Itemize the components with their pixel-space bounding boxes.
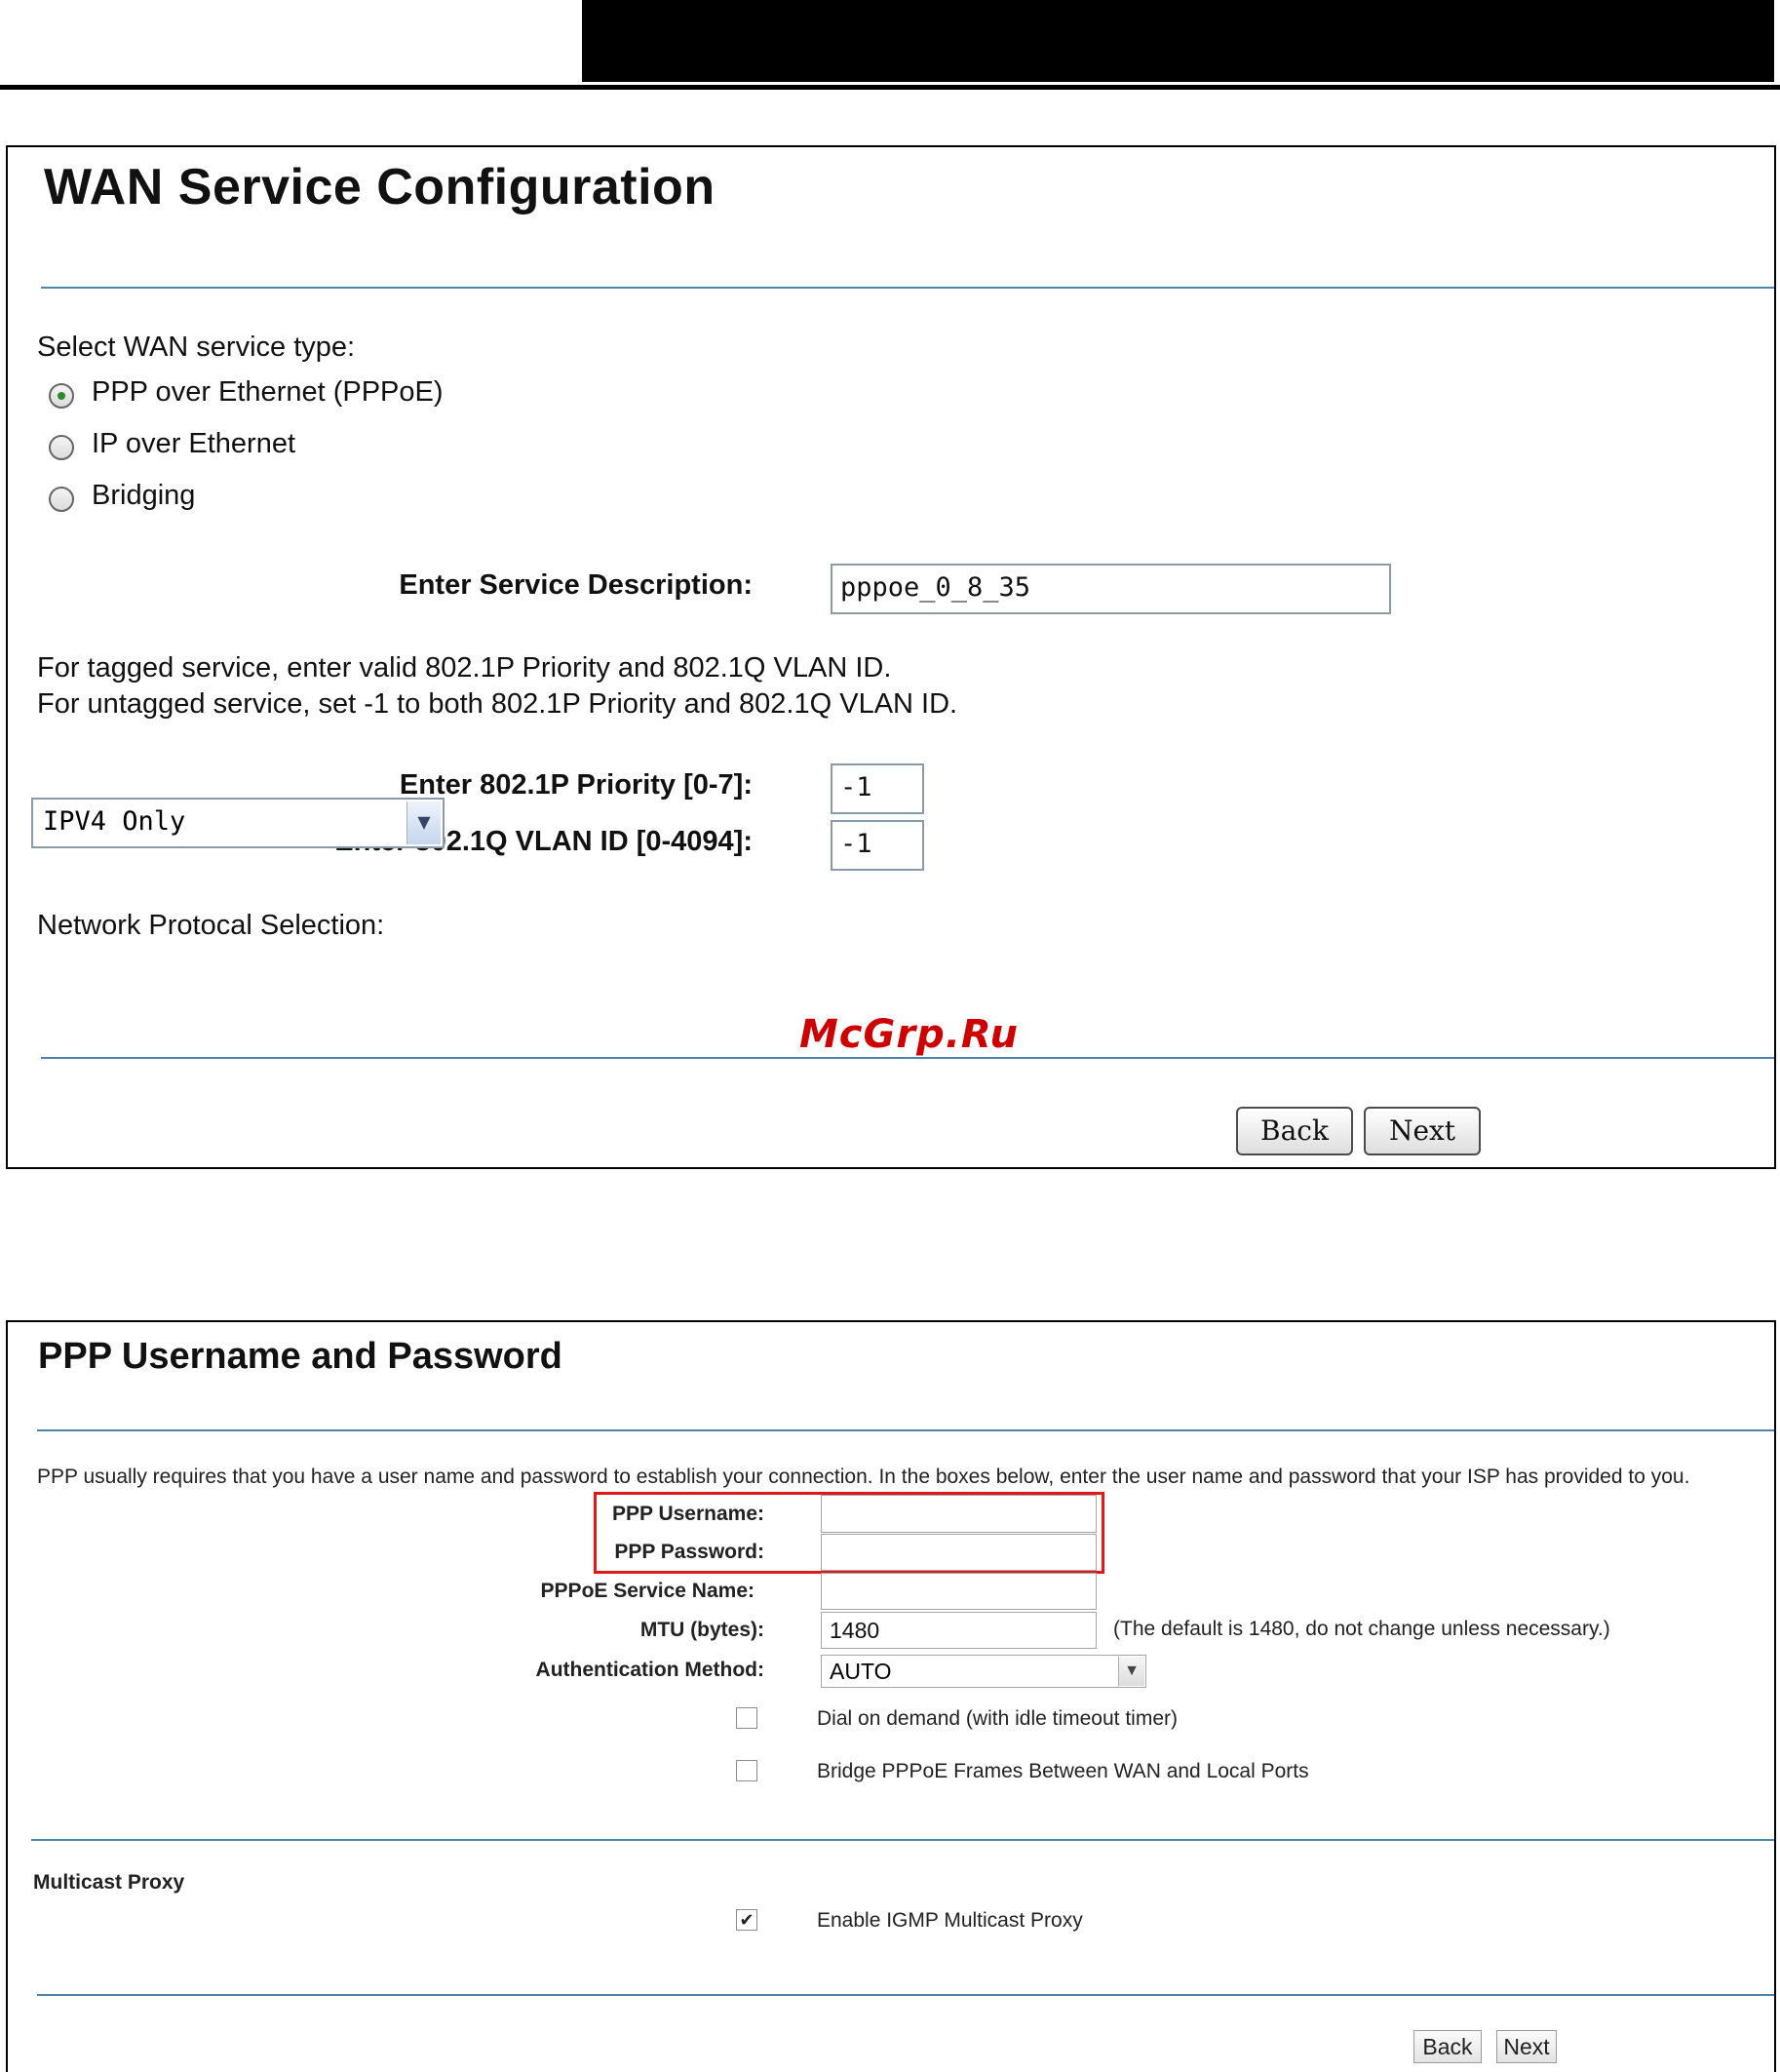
radio-ip-over-ethernet[interactable] — [49, 435, 74, 460]
radio-bridging-label[interactable]: Bridging — [92, 480, 195, 512]
chevron-down-icon[interactable]: ▼ — [1118, 1657, 1144, 1686]
mtu-input[interactable]: 1480 — [821, 1612, 1097, 1649]
mtu-note: (The default is 1480, do not change unle… — [1113, 1618, 1610, 1640]
divider — [41, 287, 1774, 289]
ppp-credentials-panel — [6, 1320, 1776, 2072]
untagged-service-note: For untagged service, set -1 to both 802… — [37, 688, 958, 720]
watermark: McGrp.Ru — [799, 1012, 1019, 1057]
protocol-select[interactable]: IPV4 Only ▼ — [31, 798, 445, 848]
ppp-intro-text: PPP usually requires that you have a use… — [37, 1466, 1690, 1488]
radio-pppoe[interactable] — [49, 383, 74, 409]
divider — [37, 1994, 1774, 1996]
highlight-box — [594, 1492, 1104, 1574]
page-title: PPP Username and Password — [38, 1336, 562, 1377]
chevron-down-icon[interactable]: ▼ — [406, 801, 441, 844]
service-description-input[interactable]: pppoe_0_8_35 — [831, 564, 1391, 614]
divider — [41, 1057, 1774, 1059]
back-button[interactable]: Back — [1236, 1107, 1353, 1155]
divider — [31, 1839, 1774, 1841]
auth-method-value: AUTO — [830, 1659, 892, 1684]
vlan-id-input[interactable]: -1 — [831, 820, 924, 871]
auth-method-select[interactable]: AUTO ▼ — [821, 1655, 1146, 1688]
protocol-selection-label: Network Protocal Selection: — [37, 910, 385, 941]
igmp-proxy-checkbox[interactable]: ✔ — [736, 1909, 757, 1931]
priority-input[interactable]: -1 — [831, 763, 924, 814]
page-title: WAN Service Configuration — [44, 159, 716, 215]
header-line — [0, 85, 1780, 90]
radio-ip-over-ethernet-label[interactable]: IP over Ethernet — [92, 428, 295, 460]
check-icon: ✔ — [739, 1910, 755, 1930]
bridge-pppoe-checkbox[interactable] — [736, 1760, 757, 1781]
auth-method-label: Authentication Method: — [535, 1659, 764, 1681]
protocol-select-value: IPV4 Only — [43, 806, 186, 837]
service-description-label: Enter Service Description: — [399, 569, 753, 601]
header-bar — [582, 0, 1774, 82]
divider — [37, 1429, 1774, 1431]
next-button[interactable]: Next — [1496, 2030, 1557, 2063]
pppoe-service-name-input[interactable] — [821, 1573, 1097, 1610]
service-type-label: Select WAN service type: — [37, 332, 356, 363]
mtu-label: MTU (bytes): — [639, 1619, 764, 1641]
next-button[interactable]: Next — [1364, 1107, 1481, 1155]
pppoe-service-name-label: PPPoE Service Name: — [540, 1580, 755, 1602]
back-button[interactable]: Back — [1413, 2030, 1482, 2063]
multicast-proxy-heading: Multicast Proxy — [33, 1871, 185, 1894]
dial-on-demand-checkbox[interactable] — [736, 1707, 757, 1729]
bridge-pppoe-label: Bridge PPPoE Frames Between WAN and Loca… — [817, 1760, 1309, 1782]
radio-pppoe-label[interactable]: PPP over Ethernet (PPPoE) — [92, 376, 444, 409]
radio-bridging[interactable] — [49, 487, 74, 512]
igmp-proxy-label: Enable IGMP Multicast Proxy — [817, 1909, 1083, 1932]
dial-on-demand-label: Dial on demand (with idle timeout timer) — [817, 1707, 1178, 1730]
tagged-service-note: For tagged service, enter valid 802.1P P… — [37, 652, 892, 684]
